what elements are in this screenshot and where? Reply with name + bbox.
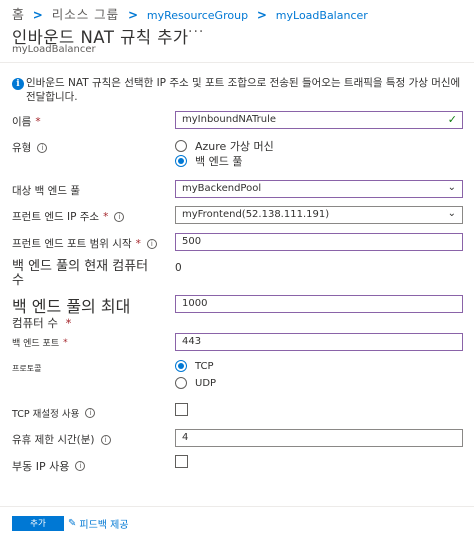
frontend-ip-label-text: 프런트 엔드 IP 주소	[12, 211, 100, 223]
help-icon[interactable]: i	[75, 461, 86, 471]
radio-button-selected[interactable]	[175, 155, 187, 167]
idle-timeout-input[interactable]: 4	[175, 429, 463, 447]
max-count-input[interactable]: 1000	[175, 295, 463, 313]
breadcrumb-home[interactable]: 홈	[12, 8, 24, 23]
info-icon: i	[12, 78, 24, 90]
floating-ip-checkbox[interactable]	[175, 455, 188, 468]
frontend-ip-value: myFrontend(52.138.111.191)	[182, 209, 330, 220]
max-count-label-line1: 백 엔드 풀의 최대	[12, 297, 131, 316]
chevron-down-icon: ⌄	[447, 182, 456, 193]
tcp-reset-label-text: TCP 재설정 사용	[12, 409, 80, 420]
breadcrumb-separator: >	[32, 8, 43, 22]
feedback-icon: ✎	[68, 518, 77, 529]
help-icon[interactable]: i	[85, 408, 96, 418]
radio-button[interactable]	[175, 140, 187, 152]
feedback-link[interactable]: ✎ 피드백 제공	[68, 516, 129, 531]
radio-button[interactable]	[175, 377, 187, 389]
breadcrumb-load-balancer[interactable]: myLoadBalancer	[276, 9, 368, 22]
header-divider	[0, 62, 474, 63]
breadcrumb-resource-group[interactable]: myResourceGroup	[147, 9, 248, 22]
required-marker: *	[135, 237, 141, 250]
required-marker: *	[65, 316, 72, 330]
breadcrumb-resource-groups[interactable]: 리소스 그룹	[52, 7, 119, 22]
frontend-port-input[interactable]: 500	[175, 233, 463, 251]
backend-port-value: 443	[182, 336, 202, 347]
name-input-value: myInboundNATrule	[182, 114, 276, 125]
breadcrumb-separator: >	[256, 8, 267, 22]
floating-ip-label: 부동 IP 사용 i	[12, 458, 86, 474]
max-count-label-line2: 컴퓨터 수	[12, 316, 58, 330]
type-label-text: 유형	[12, 142, 32, 154]
type-option-vm-label: Azure 가상 머신	[195, 140, 274, 153]
more-options-button[interactable]: ···	[188, 24, 204, 40]
current-count-label: 백 엔드 풀의 현재 컴퓨터 수	[12, 260, 148, 288]
type-label: 유형 i	[12, 140, 48, 155]
current-count-label-line1: 백 엔드 풀의 현재 컴퓨터	[12, 259, 149, 274]
protocol-label-text: 프로토콜	[12, 364, 42, 373]
idle-timeout-label: 유휴 제한 시간(분) i	[12, 432, 111, 447]
tcp-reset-label: TCP 재설정 사용 i	[12, 406, 96, 420]
footer-divider	[0, 506, 474, 507]
frontend-ip-label: 프런트 엔드 IP 주소 * i	[12, 209, 125, 224]
protocol-udp-label: UDP	[195, 377, 217, 389]
backend-port-input[interactable]: 443	[175, 333, 463, 351]
chevron-down-icon: ⌄	[447, 208, 456, 219]
max-count-value: 1000	[182, 298, 208, 309]
current-count-label-line2: 수	[12, 273, 24, 288]
add-button[interactable]: 추가	[12, 516, 64, 531]
backend-port-label-text: 백 엔드 포트	[12, 339, 60, 349]
frontend-port-label: 프런트 엔드 포트 범위 시작 * i	[12, 236, 157, 251]
floating-ip-label-text: 부동 IP 사용	[12, 460, 70, 473]
checkmark-icon: ✓	[447, 113, 457, 126]
protocol-option-tcp[interactable]: TCP	[175, 360, 214, 372]
name-label-text: 이름	[12, 116, 32, 128]
current-count-value: 0	[175, 262, 182, 274]
idle-timeout-value: 4	[182, 432, 189, 443]
breadcrumb-separator: >	[128, 8, 139, 22]
protocol-tcp-label: TCP	[195, 360, 214, 372]
protocol-label: 프로토콜	[12, 363, 41, 374]
page-subtitle: myLoadBalancer	[12, 44, 96, 55]
protocol-option-udp[interactable]: UDP	[175, 377, 216, 389]
target-pool-label-text: 대상 백 엔드 풀	[12, 185, 80, 197]
help-icon[interactable]: i	[114, 211, 125, 222]
breadcrumb: 홈 > 리소스 그룹 > myResourceGroup > myLoadBal…	[12, 4, 368, 23]
target-pool-label: 대상 백 엔드 풀	[12, 183, 80, 198]
help-icon[interactable]: i	[100, 434, 111, 445]
tcp-reset-checkbox[interactable]	[175, 403, 188, 416]
backend-port-label: 백 엔드 포트 *	[12, 336, 68, 350]
idle-timeout-label-text: 유휴 제한 시간(분)	[12, 434, 95, 446]
frontend-port-label-text: 프런트 엔드 포트 범위 시작	[12, 238, 132, 250]
required-marker: *	[103, 210, 109, 223]
radio-button-selected[interactable]	[175, 360, 187, 372]
max-count-label: 백 엔드 풀의 최대 컴퓨터 수 *	[12, 297, 131, 331]
required-marker: *	[63, 337, 68, 348]
info-message: 인바운드 NAT 규칙은 선택한 IP 주소 및 포트 조합으로 전송된 들어오…	[26, 77, 461, 103]
target-pool-value: myBackendPool	[182, 183, 262, 194]
feedback-link-label: 피드백 제공	[79, 520, 129, 531]
type-option-backend-pool[interactable]: 백 엔드 풀	[175, 153, 242, 169]
frontend-port-value: 500	[182, 236, 202, 247]
type-option-vm[interactable]: Azure 가상 머신	[175, 138, 274, 154]
type-option-backend-pool-label: 백 엔드 풀	[195, 155, 243, 168]
frontend-ip-select[interactable]: myFrontend(52.138.111.191) ⌄	[175, 206, 463, 224]
name-label: 이름 *	[12, 114, 41, 129]
help-icon[interactable]: i	[37, 142, 48, 153]
target-pool-select[interactable]: myBackendPool ⌄	[175, 180, 463, 198]
name-input[interactable]: myInboundNATrule ✓	[175, 111, 463, 129]
help-icon[interactable]: i	[146, 238, 157, 249]
required-marker: *	[35, 115, 41, 128]
